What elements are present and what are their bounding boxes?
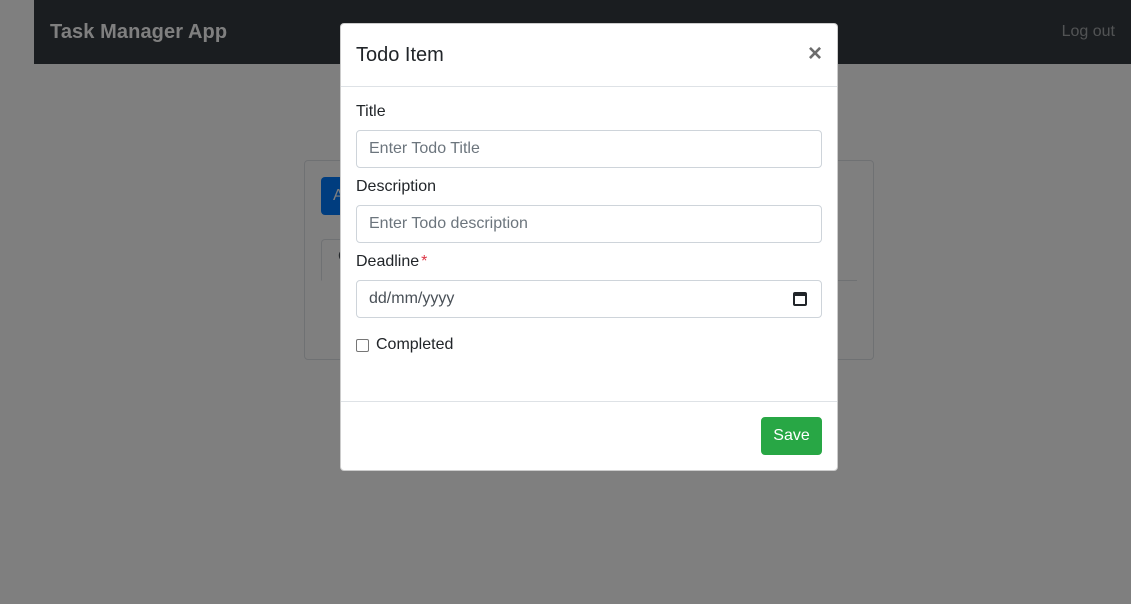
title-label: Title — [356, 103, 386, 120]
completed-checkbox[interactable] — [356, 338, 369, 352]
modal-footer: Save — [341, 402, 837, 470]
modal-header: Todo Item × — [341, 24, 837, 87]
save-button[interactable]: Save — [761, 417, 822, 455]
description-label: Description — [356, 178, 437, 195]
title-input[interactable] — [356, 130, 822, 168]
page: Task Manager App Log out A C Todo Item ×… — [0, 0, 1131, 604]
modal-body: Title Description Deadline* dd/mm/yyyy C… — [341, 87, 837, 402]
deadline-date-input[interactable]: dd/mm/yyyy — [356, 280, 822, 318]
todo-item-modal: Todo Item × Title Description Deadline* … — [340, 23, 838, 471]
deadline-label-text: Deadline — [356, 253, 420, 270]
modal-title: Todo Item — [356, 43, 444, 66]
deadline-label: Deadline * — [356, 253, 822, 271]
description-group: Description — [356, 178, 822, 243]
close-icon[interactable]: × — [808, 42, 822, 66]
deadline-group: Deadline * dd/mm/yyyy — [356, 253, 822, 318]
calendar-icon[interactable] — [793, 292, 807, 306]
description-input[interactable] — [356, 205, 822, 243]
title-group: Title — [356, 103, 822, 168]
date-placeholder: dd/mm/yyyy — [369, 290, 455, 307]
completed-label[interactable]: Completed — [376, 336, 453, 354]
completed-row: Completed — [356, 336, 822, 354]
required-asterisk: * — [421, 253, 428, 270]
